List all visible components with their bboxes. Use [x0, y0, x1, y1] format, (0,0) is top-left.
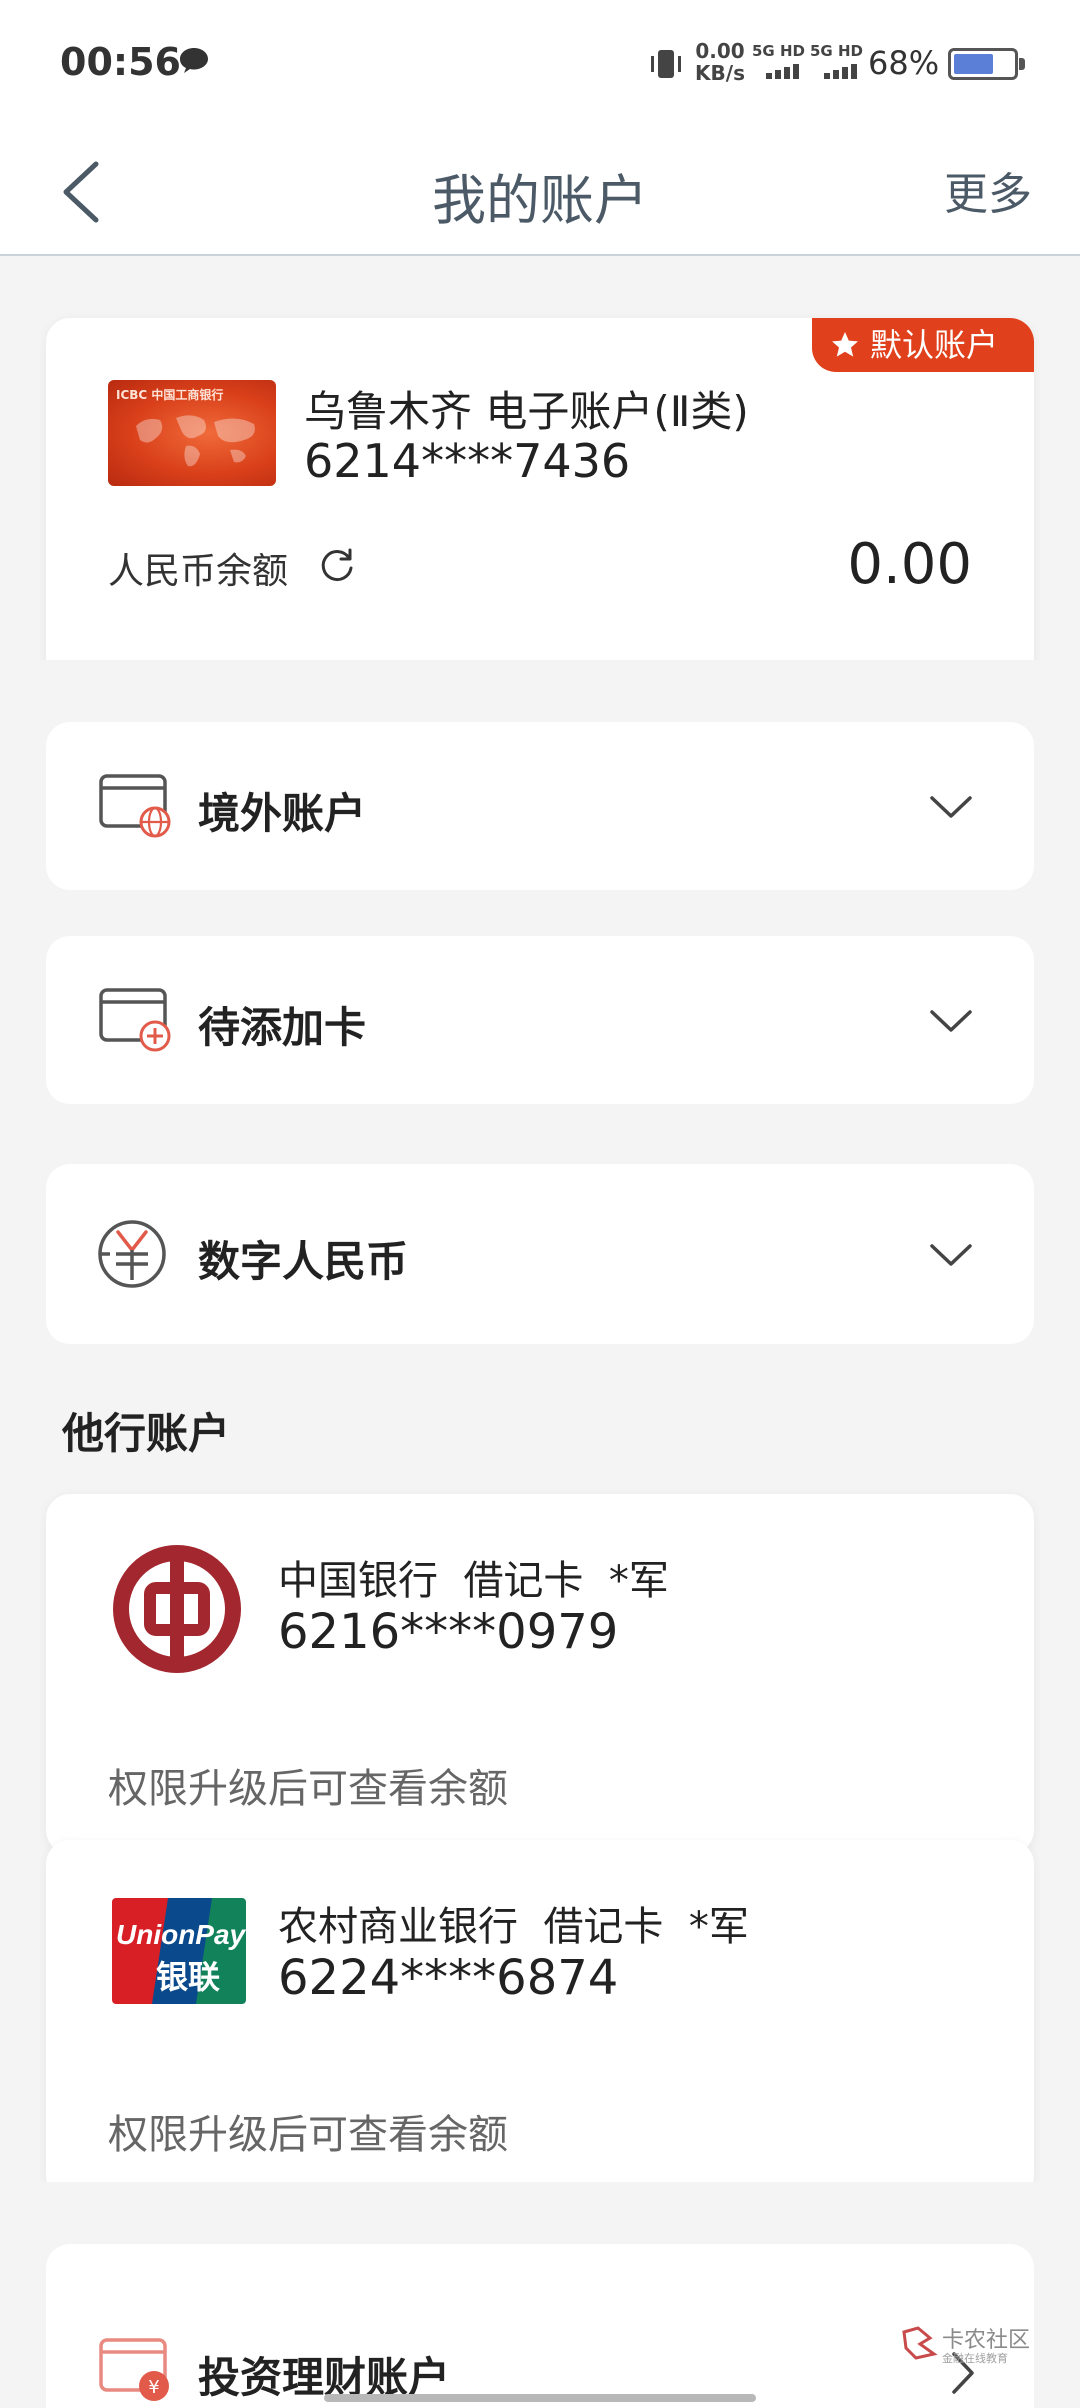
section-label: 待添加卡 — [198, 1003, 367, 1052]
bank-name: 中国银行 借记卡 *军 — [278, 1558, 669, 1604]
world-map-graphic — [136, 415, 255, 467]
refresh-icon[interactable] — [316, 544, 358, 586]
bank-account-card[interactable]: 中国银行 借记卡 *军 6216****0979 权限升级后可查看余额 — [46, 1494, 1034, 1854]
chevron-down-icon[interactable] — [928, 1006, 974, 1036]
bank-card-number: 6216****0979 — [278, 1604, 619, 1660]
card-add-icon — [99, 988, 171, 1052]
section-divider — [0, 2182, 1080, 2242]
net-speed: 0.00 KB/s — [695, 39, 745, 85]
signal-icon-sim2: 5G HD — [810, 42, 870, 82]
bank-name: 农村商业银行 借记卡 *军 — [278, 1904, 749, 1950]
card-globe-icon — [99, 774, 171, 838]
chevron-down-icon[interactable] — [928, 792, 974, 822]
account-name: 乌鲁木齐 电子账户(Ⅱ类) — [304, 387, 749, 436]
digital-rmb-icon — [98, 1220, 166, 1288]
balance-value: 0.00 — [847, 532, 972, 597]
section-cards-to-add[interactable]: 待添加卡 — [46, 936, 1034, 1104]
unionpay-logo: UnionPay 银联 — [112, 1898, 246, 2004]
battery-fill — [954, 54, 993, 74]
home-indicator[interactable] — [324, 2394, 756, 2402]
icbc-card-image: ICBC 中国工商银行 — [108, 380, 276, 486]
section-divider — [0, 660, 1080, 716]
battery-percent: 68% — [868, 44, 940, 82]
section-label: 境外账户 — [198, 789, 367, 838]
balance-hint: 权限升级后可查看余额 — [108, 2112, 508, 2158]
default-account-card[interactable]: 默认账户 ICBC 中国工商银行 乌鲁木齐 电子账户(Ⅱ类) 6214****7… — [46, 318, 1034, 698]
investment-account-row[interactable]: ¥ 投资理财账户 — [46, 2244, 1034, 2408]
page-title: 我的账户 — [432, 169, 648, 232]
bank-of-china-logo — [113, 1545, 241, 1673]
svg-text:UnionPay: UnionPay — [116, 1919, 246, 1950]
vibrate-icon — [651, 50, 681, 78]
svg-text:¥: ¥ — [148, 2377, 159, 2398]
card-money-icon: ¥ — [99, 2338, 169, 2401]
watermark: 卡农社区 金融在线教育 — [900, 2320, 1040, 2370]
account-number: 6214****7436 — [304, 434, 631, 488]
section-label: 数字人民币 — [198, 1237, 409, 1286]
svg-text:银联: 银联 — [156, 1958, 220, 1996]
other-accounts-title: 他行账户 — [62, 1409, 231, 1458]
bank-account-card[interactable]: UnionPay 银联 农村商业银行 借记卡 *军 6224****6874 权… — [46, 1840, 1034, 2200]
battery-icon — [948, 48, 1025, 80]
section-digital-rmb[interactable]: 数字人民币 — [46, 1164, 1034, 1344]
balance-hint: 权限升级后可查看余额 — [108, 1766, 508, 1812]
message-icon — [180, 48, 208, 73]
watermark-logo-icon — [902, 2326, 938, 2360]
default-account-badge: 默认账户 — [812, 318, 1034, 372]
bank-card-number: 6224****6874 — [278, 1950, 619, 2006]
signal-icon: 5G HD — [752, 42, 812, 82]
more-button[interactable]: 更多 — [944, 158, 1032, 222]
section-overseas-accounts[interactable]: 境外账户 — [46, 722, 1034, 890]
status-time: 00:56 — [60, 40, 181, 84]
top-nav-bar: 我的账户 更多 — [0, 128, 1080, 256]
star-icon — [832, 332, 858, 357]
status-bar: 00:56 0.00 KB/s 5G HD 5G HD 68% — [0, 0, 1080, 128]
chevron-down-icon[interactable] — [928, 1240, 974, 1270]
balance-label: 人民币余额 — [108, 551, 289, 592]
